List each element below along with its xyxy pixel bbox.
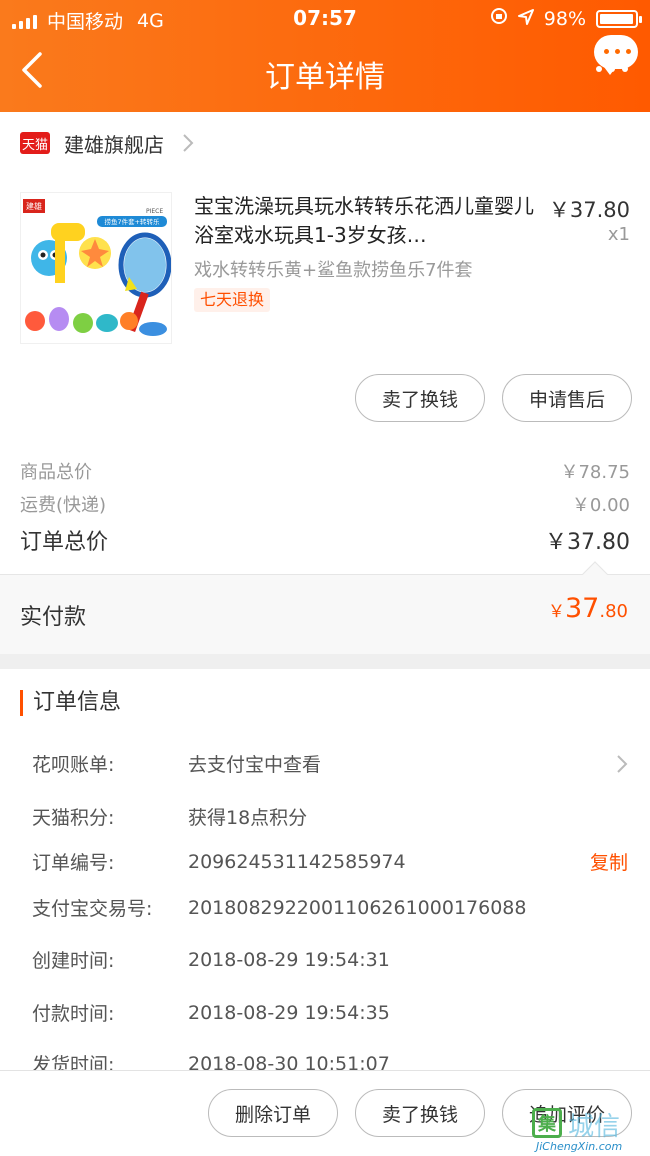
info-value: 去支付宝中查看 (188, 754, 322, 776)
watermark: 集 城信 JiChengXin.com (528, 1106, 646, 1154)
shop-row[interactable]: 天猫 建雄旗舰店 (0, 112, 650, 174)
info-value: 2018082922001106261000176088 (188, 896, 527, 919)
location-icon (517, 8, 534, 30)
order-total-label: 订单总价 (20, 530, 109, 555)
info-key: 天猫积分: (32, 807, 115, 829)
chevron-right-icon (183, 134, 194, 152)
created-time-row: 创建时间: 2018-08-29 19:54:31 (32, 946, 628, 973)
paid-time-row: 付款时间: 2018-08-29 19:54:35 (32, 999, 628, 1026)
sell-button[interactable]: 卖了换钱 (355, 374, 485, 422)
product-quantity: x1 (607, 224, 630, 245)
shipping-value: ￥0.00 (571, 495, 630, 516)
watermark-url: JiChengXin.com (536, 1140, 623, 1153)
info-value: 获得18点积分 (188, 807, 308, 829)
goods-total-label: 商品总价 (20, 462, 92, 483)
paid-integer: 37 (565, 593, 600, 624)
goods-total-row: 商品总价 ￥78.75 (20, 458, 630, 484)
huabei-bill-row[interactable]: 花呗账单: 去支付宝中查看 (32, 750, 628, 777)
order-number-row: 订单编号: 209624531142585974 复制 (32, 848, 628, 875)
info-value: 2018-08-29 19:54:31 (188, 948, 390, 971)
info-key: 订单编号: (32, 852, 115, 874)
paid-currency: ￥ (548, 602, 565, 622)
paid-amount-row: 实付款 ￥37.80 (0, 561, 650, 654)
info-value: 209624531142585974 (188, 850, 406, 873)
product-name[interactable]: 宝宝洗澡玩具玩水转转乐花洒儿童婴儿浴室戏水玩具1-3岁女孩… (194, 192, 534, 250)
shop-name: 建雄旗舰店 (64, 132, 164, 157)
paid-notch (582, 561, 608, 587)
order-total-row: 订单总价 ￥37.80 (20, 524, 630, 556)
sell-bottom-button[interactable]: 卖了换钱 (355, 1089, 485, 1137)
after-sale-button[interactable]: 申请售后 (502, 374, 632, 422)
thumb-banner-text: 捞鱼7件套+转转乐 (104, 217, 160, 226)
shipping-label: 运费(快递) (20, 495, 107, 516)
rotation-lock-icon (490, 7, 508, 30)
product-thumbnail[interactable]: 建雄 PIECE 捞鱼7件套+转转乐 (20, 192, 172, 344)
product-price: ￥37.80 (548, 198, 630, 222)
menu-dots-icon (596, 66, 628, 72)
shipping-row: 运费(快递) ￥0.00 (20, 491, 630, 517)
alipay-trade-row: 支付宝交易号: 2018082922001106261000176088 (32, 894, 628, 921)
goods-total-value: ￥78.75 (560, 462, 630, 483)
product-sku: 戏水转转乐黄+鲨鱼款捞鱼乐7件套 (194, 260, 473, 281)
watermark-logo: 集 (532, 1108, 562, 1138)
status-bar: 中国移动 4G 07:57 98% (0, 0, 650, 38)
battery-icon (596, 9, 642, 28)
delete-order-button[interactable]: 删除订单 (208, 1089, 338, 1137)
info-key: 付款时间: (32, 1003, 115, 1025)
paid-value: ￥37.80 (548, 593, 628, 624)
tmall-badge: 天猫 (20, 132, 50, 154)
info-key: 花呗账单: (32, 754, 115, 776)
info-value: 2018-08-29 19:54:35 (188, 1001, 390, 1024)
paid-decimal: .80 (599, 601, 628, 622)
page-title: 订单详情 (265, 60, 385, 95)
chevron-right-icon (617, 754, 628, 773)
copy-button[interactable]: 复制 (590, 848, 628, 875)
battery-percent: 98% (543, 7, 586, 30)
return-policy-tag: 七天退换 (194, 288, 271, 312)
thumb-brand-text: 建雄 (26, 201, 42, 211)
order-info-title: 订单信息 (20, 690, 121, 716)
product-item[interactable]: 建雄 PIECE 捞鱼7件套+转转乐 宝宝洗澡玩具玩水转转乐花洒儿童婴儿浴室戏水… (0, 180, 650, 360)
more-button[interactable] (594, 35, 638, 75)
more-icon (604, 49, 631, 54)
paid-label: 实付款 (20, 605, 87, 630)
watermark-text: 城信 (568, 1112, 621, 1142)
thumb-piece-text: PIECE (146, 208, 163, 215)
info-key: 支付宝交易号: (32, 898, 153, 920)
order-total-value: ￥37.80 (545, 530, 630, 555)
section-divider (0, 654, 650, 669)
app-header: 中国移动 4G 07:57 98% 订单详情 (0, 0, 650, 112)
info-key: 创建时间: (32, 950, 115, 972)
tmall-points-row: 天猫积分: 获得18点积分 (32, 803, 628, 830)
